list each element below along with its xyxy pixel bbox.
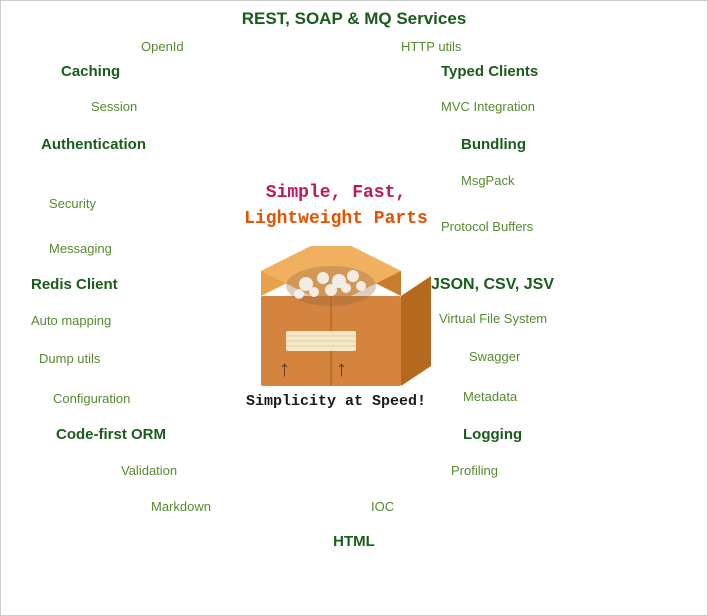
ioc-label: IOC <box>371 499 394 514</box>
validation-label: Validation <box>121 463 177 478</box>
vfs-label: Virtual File System <box>439 311 547 326</box>
simplicity-label: Simplicity at Speed! <box>221 393 451 410</box>
svg-text:↑: ↑ <box>336 356 347 381</box>
automapping-label: Auto mapping <box>31 313 111 328</box>
tagline-line2: Lightweight Parts <box>221 209 451 229</box>
tagline-line1: Simple, Fast, <box>221 183 451 203</box>
dumputils-label: Dump utils <box>39 351 100 366</box>
mvc-label: MVC Integration <box>441 99 535 114</box>
protobuf-label: Protocol Buffers <box>441 219 533 234</box>
html-label: HTML <box>1 533 707 550</box>
profiling-label: Profiling <box>451 463 498 478</box>
main-page: REST, SOAP & MQ Services OpenId HTTP uti… <box>0 0 708 616</box>
openid-label: OpenId <box>141 39 184 54</box>
box-illustration: ↑ ↑ <box>231 236 431 391</box>
configuration-label: Configuration <box>53 391 130 406</box>
metadata-label: Metadata <box>463 389 517 404</box>
swagger-label: Swagger <box>469 349 520 364</box>
authentication-heading: Authentication <box>41 136 146 153</box>
msgpack-label: MsgPack <box>461 173 514 188</box>
session-label: Session <box>91 99 137 114</box>
caching-heading: Caching <box>61 63 120 80</box>
codefirst-heading: Code-first ORM <box>56 426 166 443</box>
logging-heading: Logging <box>463 426 522 443</box>
json-heading: JSON, CSV, JSV <box>431 276 554 294</box>
bundling-heading: Bundling <box>461 136 526 153</box>
markdown-label: Markdown <box>151 499 211 514</box>
messaging-label: Messaging <box>49 241 112 256</box>
typed-clients-heading: Typed Clients <box>441 63 538 80</box>
redis-heading: Redis Client <box>31 276 118 293</box>
http-utils-label: HTTP utils <box>401 39 461 54</box>
svg-text:↑: ↑ <box>279 356 290 381</box>
security-label: Security <box>49 196 96 211</box>
main-title: REST, SOAP & MQ Services <box>1 9 707 29</box>
